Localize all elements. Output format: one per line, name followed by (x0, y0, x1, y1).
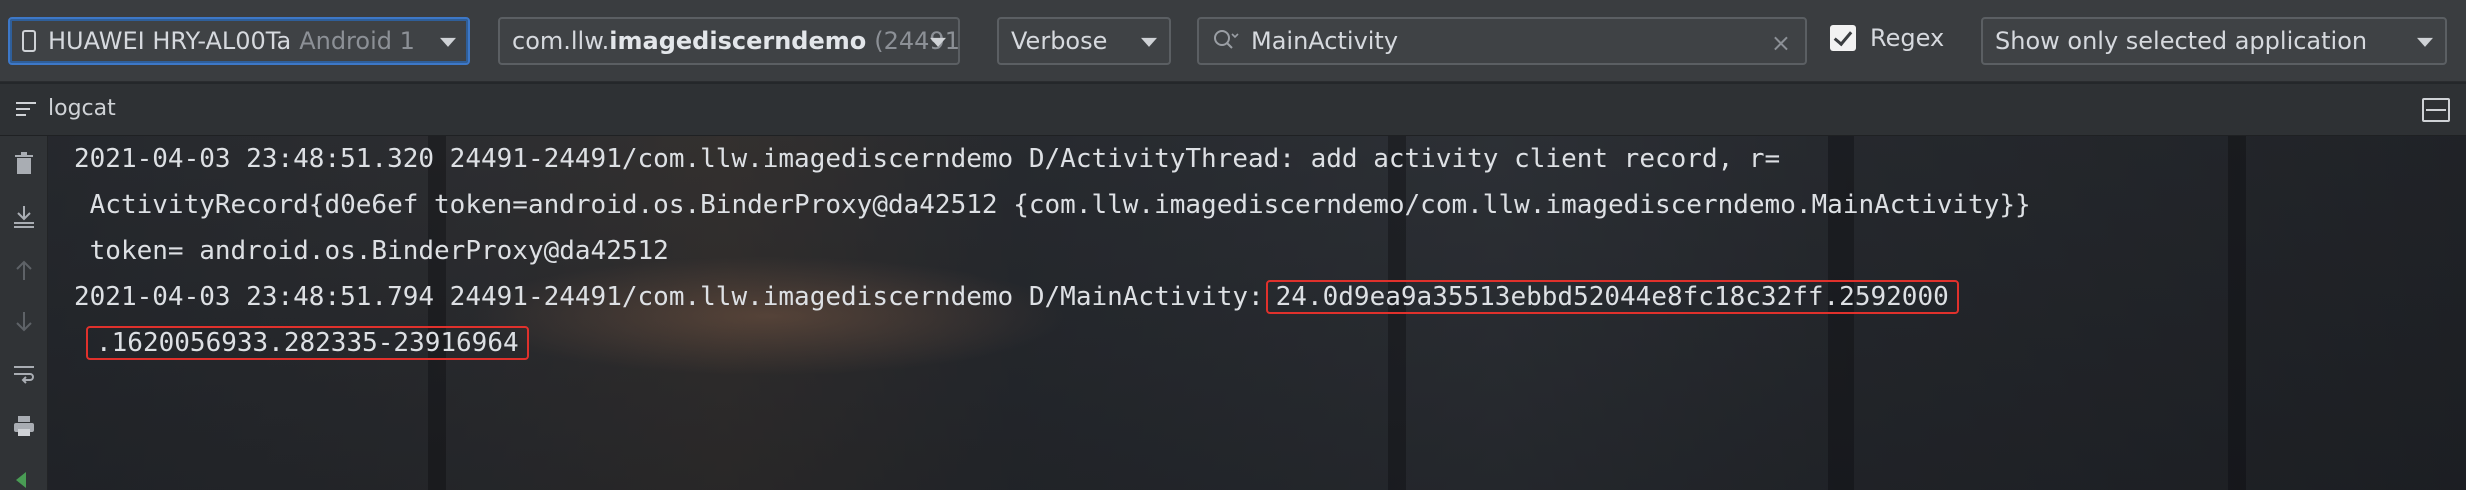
search-icon (1214, 30, 1239, 49)
process-dropdown[interactable]: com.llw. imagediscerndemo (24491 (498, 17, 960, 65)
log-level-value: Verbose (1011, 27, 1108, 55)
search-field[interactable]: × (1197, 17, 1807, 65)
down-arrow-icon[interactable] (10, 308, 38, 336)
log-output[interactable]: 2021-04-03 23:48:51.320 24491-24491/com.… (48, 136, 2466, 490)
regex-toggle[interactable]: Regex (1830, 24, 1944, 52)
log-prefix: 2021-04-03 23:48:51.794 24491-24491/com.… (74, 282, 1264, 312)
trash-icon[interactable] (10, 150, 38, 178)
print-icon[interactable] (10, 412, 38, 440)
process-prefix: com.llw. (512, 27, 610, 55)
up-arrow-icon[interactable] (10, 256, 38, 284)
logcat-window: HUAWEI HRY-AL00Ta Android 1 com.llw. ima… (0, 0, 2466, 490)
log-level-dropdown[interactable]: Verbose (997, 17, 1171, 65)
log-line: token= android.os.BinderProxy@da42512 (74, 236, 669, 266)
process-name: imagediscerndemo (609, 27, 867, 55)
filter-value: Show only selected application (1995, 27, 2368, 55)
restart-icon[interactable] (10, 466, 38, 490)
soft-wrap-icon[interactable] (10, 360, 38, 388)
filter-dropdown[interactable]: Show only selected application (1981, 17, 2447, 65)
regex-checkbox[interactable] (1830, 25, 1856, 51)
chevron-down-icon (2417, 37, 2433, 47)
chevron-down-icon (1141, 37, 1157, 47)
search-input[interactable] (1249, 26, 1719, 56)
process-pid: (24491 (874, 27, 960, 55)
device-dropdown[interactable]: HUAWEI HRY-AL00Ta Android 1 (8, 17, 470, 65)
device-name: HUAWEI HRY-AL00Ta (48, 27, 292, 55)
close-icon[interactable]: × (1771, 29, 1791, 57)
regex-label: Regex (1870, 24, 1945, 52)
highlighted-token-part-2: .1620056933.282335-23916964 (86, 326, 529, 360)
chevron-down-icon (440, 37, 456, 47)
panel-title: logcat (48, 96, 116, 121)
logcat-toolbar: HUAWEI HRY-AL00Ta Android 1 com.llw. ima… (0, 0, 2466, 82)
background-decoration (2228, 136, 2246, 490)
list-icon (16, 102, 36, 118)
phone-icon (22, 30, 36, 52)
chevron-down-icon (930, 37, 946, 47)
layout-icon[interactable] (2422, 98, 2450, 122)
action-gutter (0, 136, 48, 490)
highlighted-token-part-1: 24.0d9ea9a35513ebbd52044e8fc18c32ff.2592… (1265, 280, 1959, 314)
panel-header: logcat (0, 84, 2466, 136)
log-line: 2021-04-03 23:48:51.794 24491-24491/com.… (74, 274, 1959, 320)
log-line: .1620056933.282335-23916964 (86, 320, 529, 366)
scroll-to-end-icon[interactable] (10, 202, 38, 230)
log-line: ActivityRecord{d0e6ef token=android.os.B… (74, 190, 2031, 220)
log-line: 2021-04-03 23:48:51.320 24491-24491/com.… (74, 144, 1781, 174)
device-detail: Android 1 (299, 27, 415, 55)
